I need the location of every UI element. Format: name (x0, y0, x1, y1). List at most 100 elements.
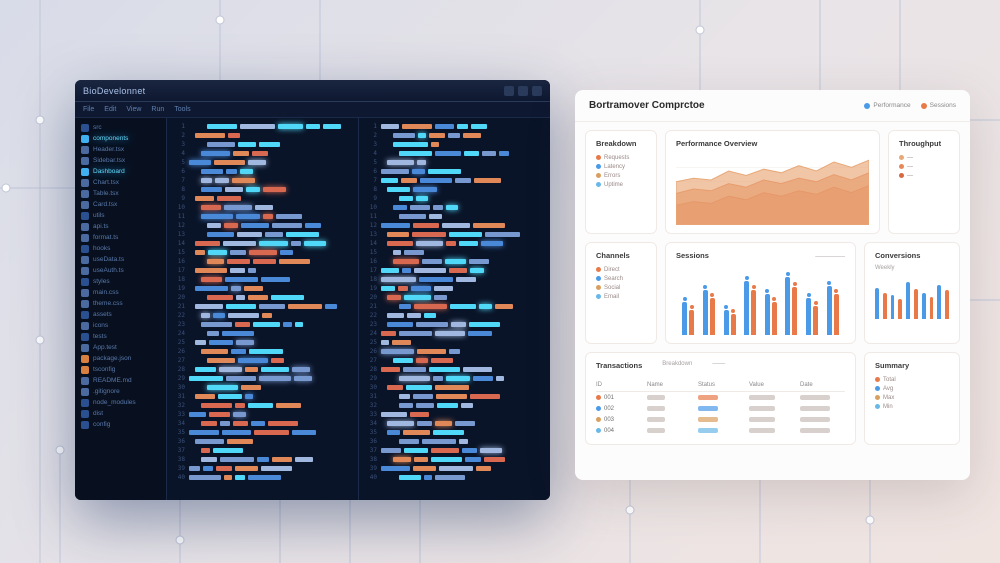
file-tree-item[interactable]: Sidebar.tsx (75, 155, 166, 166)
list-item[interactable]: Min (875, 402, 949, 411)
bar[interactable] (945, 290, 949, 319)
bar[interactable] (703, 290, 708, 335)
bar[interactable] (792, 287, 797, 335)
file-tree-item[interactable]: config (75, 419, 166, 430)
bar[interactable] (724, 310, 729, 335)
file-tree-item[interactable]: Header.tsx (75, 144, 166, 155)
editor-title: BioDevelonnet (83, 86, 145, 96)
bar[interactable] (906, 282, 910, 319)
file-tree-item[interactable]: README.md (75, 375, 166, 386)
bar[interactable] (891, 295, 895, 319)
list-item[interactable]: Requests (596, 153, 646, 162)
file-tree-item[interactable]: main.css (75, 287, 166, 298)
list-item[interactable]: Social (596, 283, 646, 292)
dot-icon (752, 285, 756, 289)
file-tree-item[interactable]: Chart.tsx (75, 177, 166, 188)
file-tree-item[interactable]: src (75, 122, 166, 133)
sessions-bar-chart[interactable] (676, 265, 845, 335)
file-tree-item[interactable]: node_modules (75, 397, 166, 408)
conversions-bar-chart[interactable] (875, 271, 949, 319)
list-item[interactable]: Max (875, 393, 949, 402)
file-tree-item[interactable]: Card.tsx (75, 199, 166, 210)
bar[interactable] (710, 298, 715, 335)
bar[interactable] (744, 281, 749, 335)
file-icon (81, 124, 89, 132)
bar[interactable] (883, 293, 887, 319)
file-tree-item[interactable]: icons (75, 320, 166, 331)
list-item[interactable]: Uptime (596, 180, 646, 189)
file-tree-item[interactable]: Table.tsx (75, 188, 166, 199)
transactions-table: ID Name Status Value Date 001002003004 (596, 379, 845, 436)
file-tree-item[interactable]: tsconfig (75, 364, 166, 375)
file-tree-item[interactable]: components (75, 133, 166, 144)
col-header[interactable]: Date (800, 382, 845, 388)
file-tree-item[interactable]: format.ts (75, 232, 166, 243)
maximize-icon[interactable] (518, 86, 528, 96)
col-header[interactable]: Value (749, 382, 794, 388)
list-item[interactable]: Email (596, 292, 646, 301)
bar[interactable] (937, 285, 941, 319)
menu-item[interactable]: Edit (104, 106, 116, 113)
file-tree-item[interactable]: dist (75, 408, 166, 419)
file-tree-item[interactable]: api.ts (75, 221, 166, 232)
file-tree-item[interactable]: theme.css (75, 298, 166, 309)
list-item[interactable]: Direct (596, 265, 646, 274)
list-item[interactable]: Total (875, 375, 949, 384)
code-line: 22 (167, 311, 358, 320)
col-header[interactable]: ID (596, 382, 641, 388)
table-row[interactable]: 003 (596, 414, 845, 425)
list-item[interactable]: Errors (596, 171, 646, 180)
file-tree-item[interactable]: tests (75, 331, 166, 342)
bar[interactable] (751, 290, 756, 335)
file-tree-item[interactable]: utils (75, 210, 166, 221)
file-tree-item[interactable]: .gitignore (75, 386, 166, 397)
editor-titlebar[interactable]: BioDevelonnet (75, 80, 550, 102)
bar[interactable] (731, 314, 736, 335)
menu-item[interactable]: View (126, 106, 141, 113)
menu-item[interactable]: Tools (174, 106, 190, 113)
code-line: 4 (359, 149, 550, 158)
bar-group (765, 269, 777, 335)
bar[interactable] (682, 302, 687, 335)
file-tree-item[interactable]: package.json (75, 353, 166, 364)
file-tree-item[interactable]: useData.ts (75, 254, 166, 265)
bar[interactable] (765, 294, 770, 335)
file-icon (81, 344, 89, 352)
table-row[interactable]: 004 (596, 425, 845, 436)
list-item[interactable]: Latency (596, 162, 646, 171)
col-header[interactable]: Status (698, 382, 743, 388)
table-row[interactable]: 001 (596, 392, 845, 403)
list-item[interactable]: Avg (875, 384, 949, 393)
minimize-icon[interactable] (504, 86, 514, 96)
code-pane-left[interactable]: 1234567891011121314151617181920212223242… (167, 118, 359, 500)
bar[interactable] (813, 306, 818, 335)
bar[interactable] (827, 286, 832, 336)
file-tree-item[interactable]: Dashboard (75, 166, 166, 177)
menu-item[interactable]: File (83, 106, 94, 113)
area-chart[interactable] (676, 153, 869, 225)
bar[interactable] (875, 288, 879, 320)
col-header[interactable]: Name (647, 382, 692, 388)
file-explorer[interactable]: srccomponentsHeader.tsxSidebar.tsxDashbo… (75, 118, 167, 500)
bar[interactable] (785, 277, 790, 335)
file-tree-item[interactable]: hooks (75, 243, 166, 254)
bar[interactable] (689, 310, 694, 335)
bar[interactable] (806, 298, 811, 335)
bar[interactable] (914, 289, 918, 319)
file-tree-item[interactable]: assets (75, 309, 166, 320)
bar[interactable] (898, 299, 902, 319)
table-row[interactable]: 002 (596, 403, 845, 414)
bar[interactable] (772, 302, 777, 335)
file-tree-item[interactable]: App.test (75, 342, 166, 353)
close-icon[interactable] (532, 86, 542, 96)
bar[interactable] (922, 293, 926, 319)
code-pane-right[interactable]: 1234567891011121314151617181920212223242… (359, 118, 550, 500)
bar[interactable] (834, 294, 839, 335)
file-tree-item[interactable]: styles (75, 276, 166, 287)
bar[interactable] (930, 297, 934, 319)
file-tree-item[interactable]: useAuth.ts (75, 265, 166, 276)
menu-item[interactable]: Run (151, 106, 164, 113)
legend-item[interactable]: Sessions (921, 102, 956, 109)
list-item[interactable]: Search (596, 274, 646, 283)
legend-item[interactable]: Performance (864, 102, 910, 109)
